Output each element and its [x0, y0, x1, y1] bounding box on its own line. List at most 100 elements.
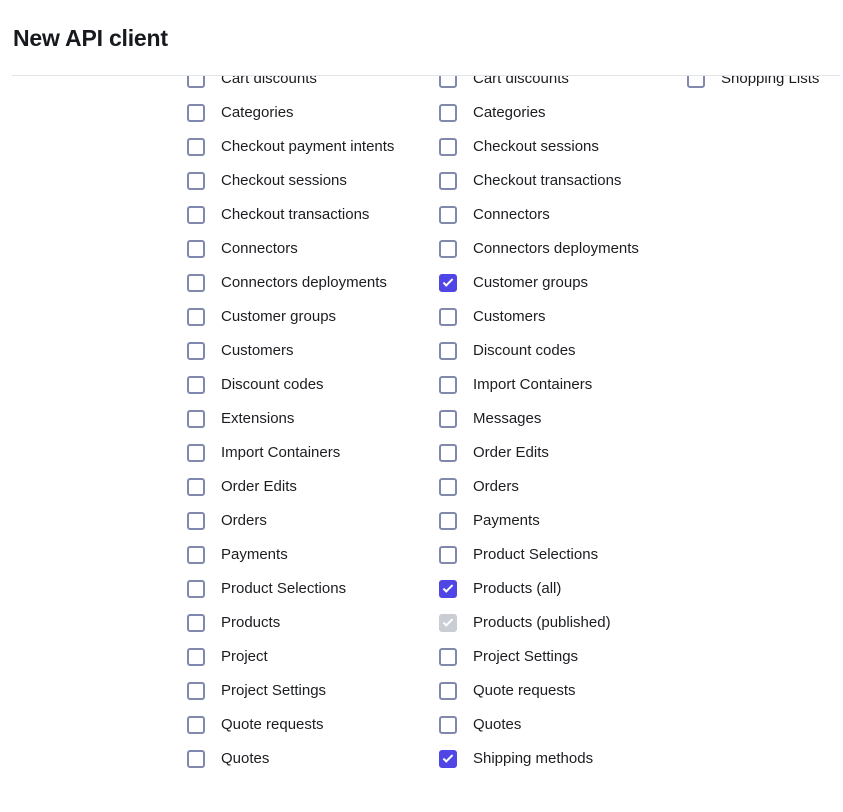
scope-row[interactable]: Payments	[187, 538, 427, 572]
scope-row[interactable]: Products (published)	[439, 606, 679, 640]
checkbox-unchecked-icon[interactable]	[187, 512, 205, 530]
checkbox-unchecked-icon[interactable]	[439, 682, 457, 700]
scope-row[interactable]: Customers	[439, 300, 679, 334]
checkbox-unchecked-icon[interactable]	[439, 546, 457, 564]
scope-label: Connectors deployments	[221, 274, 387, 291]
checkbox-unchecked-icon[interactable]	[439, 410, 457, 428]
scope-row[interactable]: Import Containers	[187, 436, 427, 470]
scope-label: Connectors	[473, 206, 550, 223]
checkbox-unchecked-icon[interactable]	[439, 648, 457, 666]
scope-row[interactable]: Connectors	[439, 198, 679, 232]
checkbox-unchecked-icon[interactable]	[439, 342, 457, 360]
scope-row[interactable]: Project Settings	[439, 640, 679, 674]
checkbox-unchecked-icon[interactable]	[439, 172, 457, 190]
scope-row[interactable]: Customer groups	[187, 300, 427, 334]
scope-row[interactable]: Discount codes	[187, 368, 427, 402]
scope-row[interactable]: Connectors	[187, 232, 427, 266]
checkbox-unchecked-icon[interactable]	[439, 444, 457, 462]
checkbox-unchecked-icon[interactable]	[187, 444, 205, 462]
checkbox-checked-icon[interactable]	[439, 750, 457, 768]
checkbox-unchecked-icon[interactable]	[187, 76, 205, 88]
scope-label: Cart discounts	[473, 76, 569, 87]
scope-row[interactable]: Payments	[439, 504, 679, 538]
scope-label: Payments	[221, 546, 288, 563]
scope-column-permissions-left: Cart discounts Categories Checkout payment…	[187, 76, 427, 776]
scope-label: Products (published)	[473, 614, 611, 631]
scope-row[interactable]: Customers	[187, 334, 427, 368]
scope-label: Checkout transactions	[221, 206, 370, 223]
scope-row[interactable]: Orders	[439, 470, 679, 504]
scope-label: Discount codes	[221, 376, 324, 393]
scope-row[interactable]: Checkout payment intents	[187, 130, 427, 164]
checkbox-unchecked-icon[interactable]	[187, 750, 205, 768]
scope-row[interactable]: Cart discounts	[187, 76, 427, 96]
scope-row[interactable]: Products (all)	[439, 572, 679, 606]
checkbox-unchecked-icon[interactable]	[439, 104, 457, 122]
scope-row[interactable]: Categories	[439, 96, 679, 130]
checkbox-unchecked-icon[interactable]	[439, 376, 457, 394]
scope-checkbox-scroll-region[interactable]: Cart discounts Categories Checkout payment…	[0, 76, 843, 812]
scope-column-permissions-mid: Cart discounts Categories Checkout session…	[439, 76, 679, 776]
checkbox-unchecked-icon[interactable]	[439, 308, 457, 326]
checkbox-unchecked-icon[interactable]	[187, 308, 205, 326]
scope-row[interactable]: Checkout transactions	[439, 164, 679, 198]
checkbox-unchecked-icon[interactable]	[187, 648, 205, 666]
checkbox-unchecked-icon[interactable]	[439, 512, 457, 530]
scope-row[interactable]: Quote requests	[439, 674, 679, 708]
scope-row[interactable]: Product Selections	[439, 538, 679, 572]
scope-row[interactable]: Categories	[187, 96, 427, 130]
checkbox-unchecked-icon[interactable]	[187, 274, 205, 292]
scope-label: Connectors deployments	[473, 240, 639, 257]
scope-row[interactable]: Orders	[187, 504, 427, 538]
checkbox-unchecked-icon[interactable]	[439, 206, 457, 224]
checkbox-unchecked-icon[interactable]	[187, 138, 205, 156]
scope-row[interactable]: Shipping methods	[439, 742, 679, 776]
scope-label: Project Settings	[221, 682, 327, 699]
scope-row[interactable]: Quote requests	[187, 708, 427, 742]
scope-row[interactable]: Products	[187, 606, 427, 640]
scope-row[interactable]: Checkout transactions	[187, 198, 427, 232]
checkbox-unchecked-icon[interactable]	[187, 410, 205, 428]
scope-row[interactable]: Cart discounts	[439, 76, 679, 96]
scope-label: Products	[221, 614, 281, 631]
checkbox-unchecked-icon[interactable]	[187, 376, 205, 394]
scope-row[interactable]: Checkout sessions	[187, 164, 427, 198]
checkbox-unchecked-icon[interactable]	[439, 478, 457, 496]
checkbox-unchecked-icon[interactable]	[187, 682, 205, 700]
scope-row[interactable]: Project	[187, 640, 427, 674]
scope-row[interactable]: Quotes	[187, 742, 427, 776]
scope-row[interactable]: Shopping Lists	[687, 76, 843, 96]
checkbox-unchecked-icon[interactable]	[687, 76, 705, 88]
scope-label: Checkout sessions	[221, 172, 347, 189]
scope-row[interactable]: Checkout sessions	[439, 130, 679, 164]
checkbox-unchecked-icon[interactable]	[439, 240, 457, 258]
scope-row[interactable]: Order Edits	[187, 470, 427, 504]
scope-row[interactable]: Quotes	[439, 708, 679, 742]
checkbox-unchecked-icon[interactable]	[187, 478, 205, 496]
checkbox-unchecked-icon[interactable]	[187, 172, 205, 190]
checkbox-unchecked-icon[interactable]	[187, 206, 205, 224]
checkbox-checked-icon[interactable]	[439, 580, 457, 598]
checkbox-unchecked-icon[interactable]	[439, 138, 457, 156]
checkbox-unchecked-icon[interactable]	[187, 342, 205, 360]
scope-row[interactable]: Project Settings	[187, 674, 427, 708]
scope-row[interactable]: Messages	[439, 402, 679, 436]
scope-row[interactable]: Discount codes	[439, 334, 679, 368]
checkbox-unchecked-icon[interactable]	[187, 240, 205, 258]
scope-label: Import Containers	[221, 444, 341, 461]
checkbox-unchecked-icon[interactable]	[187, 104, 205, 122]
scope-row[interactable]: Product Selections	[187, 572, 427, 606]
checkbox-unchecked-icon[interactable]	[187, 546, 205, 564]
checkbox-checked-icon[interactable]	[439, 274, 457, 292]
checkbox-unchecked-icon[interactable]	[439, 76, 457, 88]
checkbox-unchecked-icon[interactable]	[187, 580, 205, 598]
scope-row[interactable]: Order Edits	[439, 436, 679, 470]
scope-row[interactable]: Connectors deployments	[439, 232, 679, 266]
checkbox-unchecked-icon[interactable]	[187, 716, 205, 734]
scope-row[interactable]: Extensions	[187, 402, 427, 436]
checkbox-unchecked-icon[interactable]	[439, 716, 457, 734]
scope-row[interactable]: Connectors deployments	[187, 266, 427, 300]
checkbox-unchecked-icon[interactable]	[187, 614, 205, 632]
scope-row[interactable]: Customer groups	[439, 266, 679, 300]
scope-row[interactable]: Import Containers	[439, 368, 679, 402]
